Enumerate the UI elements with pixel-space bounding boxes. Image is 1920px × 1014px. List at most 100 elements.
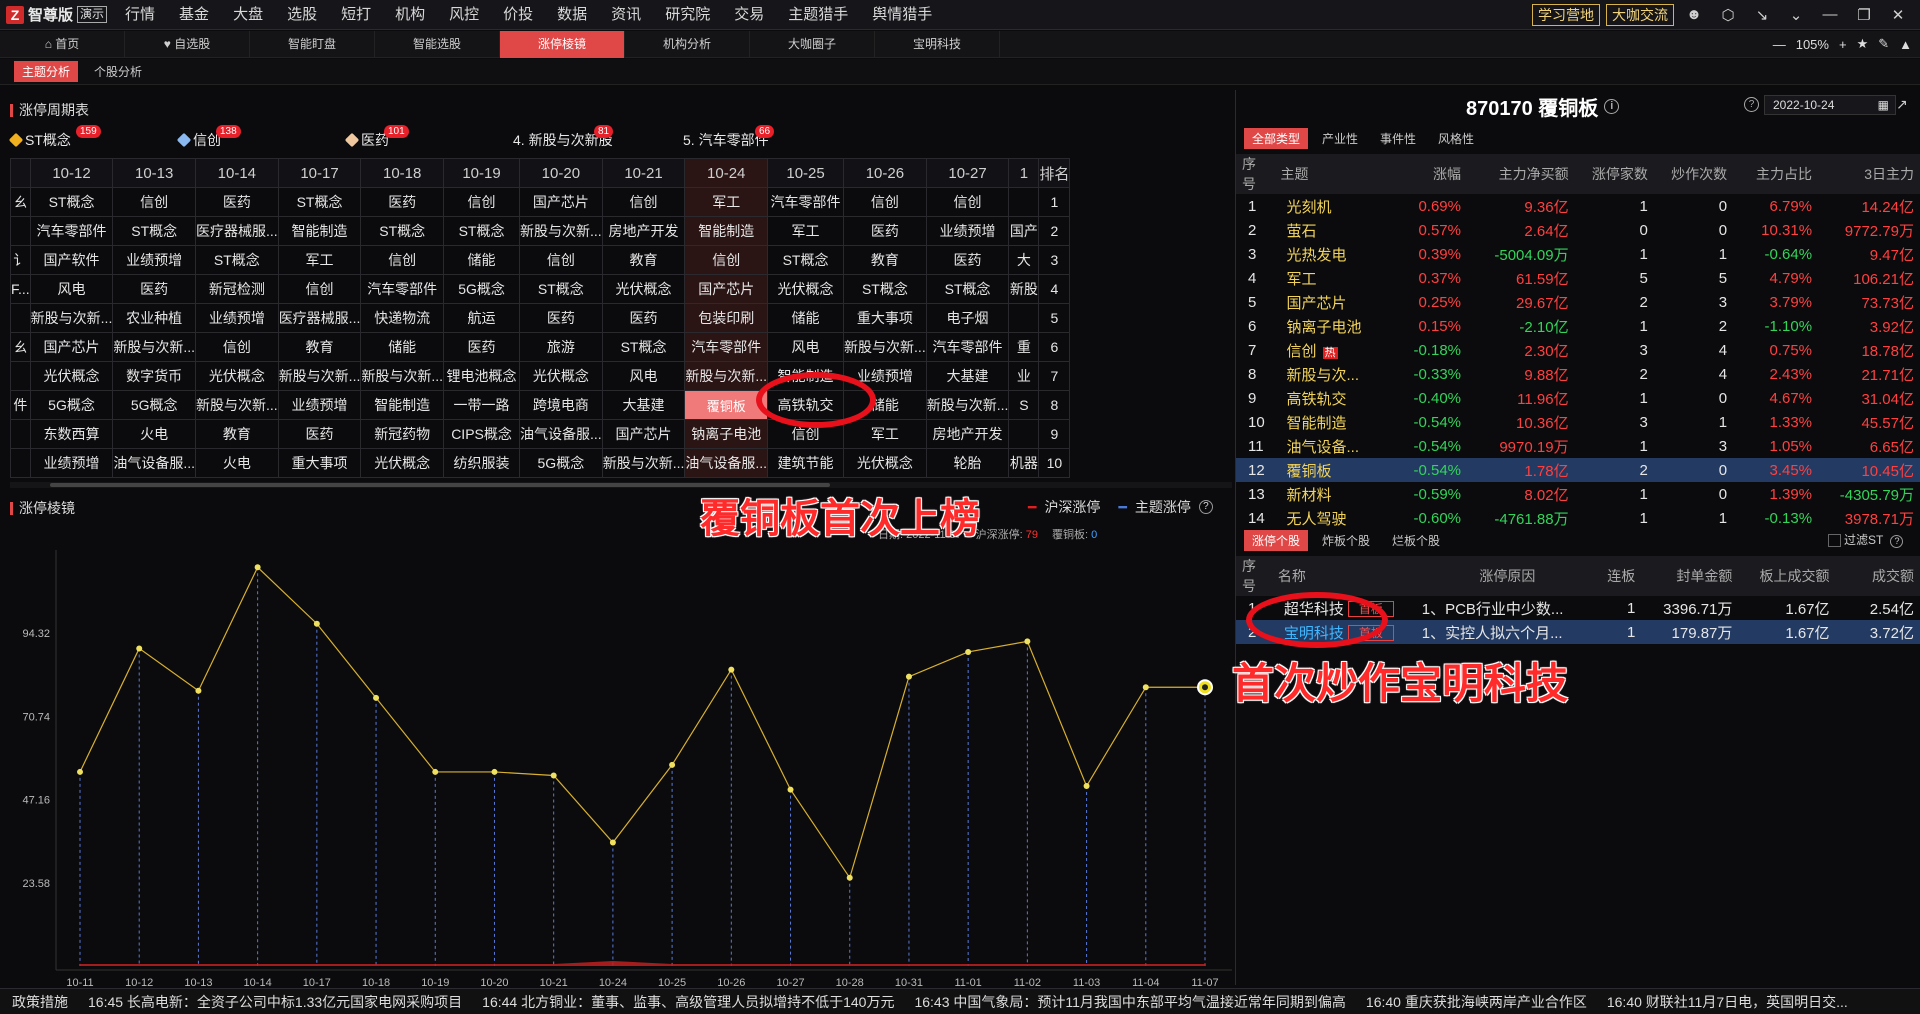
- theme-cell[interactable]: 新股与次新...: [843, 332, 927, 362]
- theme-chip-0[interactable]: ST概念 159: [8, 125, 101, 150]
- theme-cell[interactable]: 信创: [195, 332, 279, 362]
- theme-cell[interactable]: 光伏概念: [195, 361, 279, 391]
- close-icon[interactable]: ✕: [1884, 6, 1912, 24]
- theme-cell[interactable]: 信创: [843, 187, 927, 217]
- help-icon[interactable]: ?: [1744, 97, 1759, 112]
- theme-cell[interactable]: 教育: [601, 245, 686, 275]
- theme-cell[interactable]: 国产芯片: [519, 187, 603, 217]
- theme-cell[interactable]: 大: [1008, 245, 1040, 275]
- theme-cell[interactable]: 医药: [925, 245, 1010, 275]
- theme-cell[interactable]: [1008, 303, 1040, 333]
- theme-cell[interactable]: 新股与次新...: [684, 361, 769, 391]
- column-header[interactable]: 涨幅: [1387, 154, 1467, 194]
- edit-icon[interactable]: ✎: [1878, 36, 1889, 52]
- theme-cell[interactable]: 新股: [1008, 274, 1040, 304]
- menu-item-9[interactable]: 资讯: [599, 0, 653, 30]
- theme-row[interactable]: 14 无人驾驶 -0.60% -4761.88万 1 1 -0.13% 3978.71万: [1236, 506, 1920, 530]
- theme-cell[interactable]: 跨境电商: [519, 390, 603, 420]
- theme-cell[interactable]: 国产芯片: [29, 332, 114, 362]
- theme-row[interactable]: 2 萤石 0.57% 2.64亿 0 0 10.31% 9772.79万: [1236, 218, 1920, 242]
- zoom-in-icon[interactable]: +: [1839, 37, 1847, 52]
- theme-cell[interactable]: 光伏概念: [29, 361, 114, 391]
- theme-cell[interactable]: 重大事项: [843, 303, 927, 333]
- theme-cell[interactable]: ST概念: [360, 216, 445, 246]
- theme-cell[interactable]: 信创: [360, 245, 445, 275]
- theme-cell[interactable]: 5G概念: [112, 390, 197, 420]
- theme-cell[interactable]: 建筑节能: [767, 448, 845, 478]
- menu-item-12[interactable]: 主题猎手: [776, 0, 860, 30]
- theme-cell[interactable]: ST概念: [843, 274, 927, 304]
- theme-cell[interactable]: 业绩预增: [925, 216, 1010, 246]
- bookmark-icon[interactable]: ★: [1857, 36, 1869, 52]
- theme-cell[interactable]: [1008, 419, 1040, 449]
- theme-cell[interactable]: 医药: [360, 187, 445, 217]
- column-header[interactable]: [1347, 556, 1422, 596]
- filter-st-checkbox[interactable]: [1828, 534, 1841, 548]
- theme-cell[interactable]: 信创: [601, 187, 686, 217]
- ticker-item[interactable]: 16:44 北方铜业：董事、监事、高级管理人员拟增持不低于140万元: [482, 992, 894, 1012]
- date-header[interactable]: 10-27: [925, 158, 1010, 188]
- theme-cell[interactable]: ST概念: [601, 332, 686, 362]
- zoom-out-icon[interactable]: —: [1773, 37, 1786, 52]
- column-header[interactable]: 封单金额: [1641, 556, 1739, 596]
- date-header[interactable]: 10-17: [277, 158, 362, 188]
- theme-cell[interactable]: 一带一路: [443, 390, 521, 420]
- theme-cell[interactable]: 新股与次新...: [925, 390, 1010, 420]
- theme-cell[interactable]: 快递物流: [360, 303, 445, 333]
- menu-item-4[interactable]: 短打: [329, 0, 383, 30]
- theme-cell[interactable]: 医疗器械服...: [277, 303, 362, 333]
- date-header[interactable]: 10-12: [29, 158, 114, 188]
- theme-cell[interactable]: 医药: [112, 274, 197, 304]
- menu-item-6[interactable]: 风控: [437, 0, 491, 30]
- theme-cell[interactable]: 信创: [277, 274, 362, 304]
- restore-icon[interactable]: ❐: [1850, 6, 1878, 24]
- column-header[interactable]: 序号: [1236, 556, 1272, 596]
- theme-cell[interactable]: 业绩预增: [112, 245, 197, 275]
- menu-item-0[interactable]: 行情: [113, 0, 167, 30]
- help-icon[interactable]: ?: [1890, 535, 1904, 548]
- theme-cell[interactable]: 包装印刷: [684, 303, 769, 333]
- theme-cell[interactable]: CIPS概念: [443, 419, 521, 449]
- theme-cell[interactable]: 汽车零部件: [684, 332, 769, 362]
- column-header[interactable]: 炒作次数: [1653, 154, 1734, 194]
- theme-cell[interactable]: 教育: [277, 332, 362, 362]
- menu-item-5[interactable]: 机构: [383, 0, 437, 30]
- date-picker[interactable]: 2022-10-24 ▦: [1764, 95, 1896, 115]
- help-icon[interactable]: ?: [1198, 500, 1213, 514]
- theme-cell[interactable]: S: [1008, 390, 1040, 420]
- theme-cell[interactable]: 业绩预增: [195, 303, 279, 333]
- column-header[interactable]: 涨停家数: [1574, 154, 1654, 194]
- calendar-icon[interactable]: ▦: [1878, 96, 1889, 114]
- theme-cell[interactable]: 汽车零部件: [767, 187, 845, 217]
- theme-cell[interactable]: 国产芯片: [601, 419, 686, 449]
- stock-tab-0[interactable]: 涨停个股: [1244, 530, 1309, 551]
- theme-cell[interactable]: 油气设备服...: [112, 448, 197, 478]
- theme-cell[interactable]: 火电: [112, 419, 197, 449]
- tab-4[interactable]: 涨停棱镜: [500, 30, 625, 58]
- theme-cell[interactable]: 锂电池概念: [443, 361, 521, 391]
- learn-button[interactable]: 学习营地: [1532, 3, 1600, 26]
- tab-5[interactable]: 机构分析: [625, 30, 750, 58]
- theme-cell[interactable]: 东数西算: [29, 419, 114, 449]
- theme-cell[interactable]: 机器: [1008, 448, 1040, 478]
- theme-cell[interactable]: 轮胎: [925, 448, 1010, 478]
- theme-cell[interactable]: 重大事项: [277, 448, 362, 478]
- theme-cell[interactable]: 国产芯片: [684, 274, 769, 304]
- theme-row[interactable]: 10 智能制造 -0.54% 10.36亿 3 1 1.33% 45.57亿: [1236, 410, 1920, 434]
- menu-item-2[interactable]: 大盘: [221, 0, 275, 30]
- date-header[interactable]: 10-24: [684, 158, 769, 188]
- theme-cell[interactable]: 5G概念: [29, 390, 114, 420]
- theme-cell[interactable]: 纺织服装: [443, 448, 521, 478]
- subtab-0[interactable]: 主题分析: [14, 61, 79, 82]
- theme-cell[interactable]: 汽车零部件: [360, 274, 445, 304]
- menu-item-3[interactable]: 选股: [275, 0, 329, 30]
- theme-cell[interactable]: ST概念: [443, 216, 521, 246]
- filter-st-toggle[interactable]: 过滤ST ?: [1828, 531, 1904, 548]
- theme-cell[interactable]: ST概念: [29, 187, 114, 217]
- user-icon[interactable]: ☻: [1680, 6, 1708, 23]
- theme-row[interactable]: 1 光刻机 0.69% 9.36亿 1 0 6.79% 14.24亿: [1236, 194, 1920, 218]
- theme-cell[interactable]: 油气设备服...: [519, 419, 603, 449]
- theme-row[interactable]: 11 油气设备... -0.54% 9970.19万 1 3 1.05% 6.65亿: [1236, 434, 1920, 458]
- news-ticker[interactable]: 政策措施 16:45 长高电新：全资子公司中标1.33亿元国家电网采购项目 16:4…: [0, 988, 1920, 1014]
- exchange-button[interactable]: 大咖交流: [1606, 3, 1674, 26]
